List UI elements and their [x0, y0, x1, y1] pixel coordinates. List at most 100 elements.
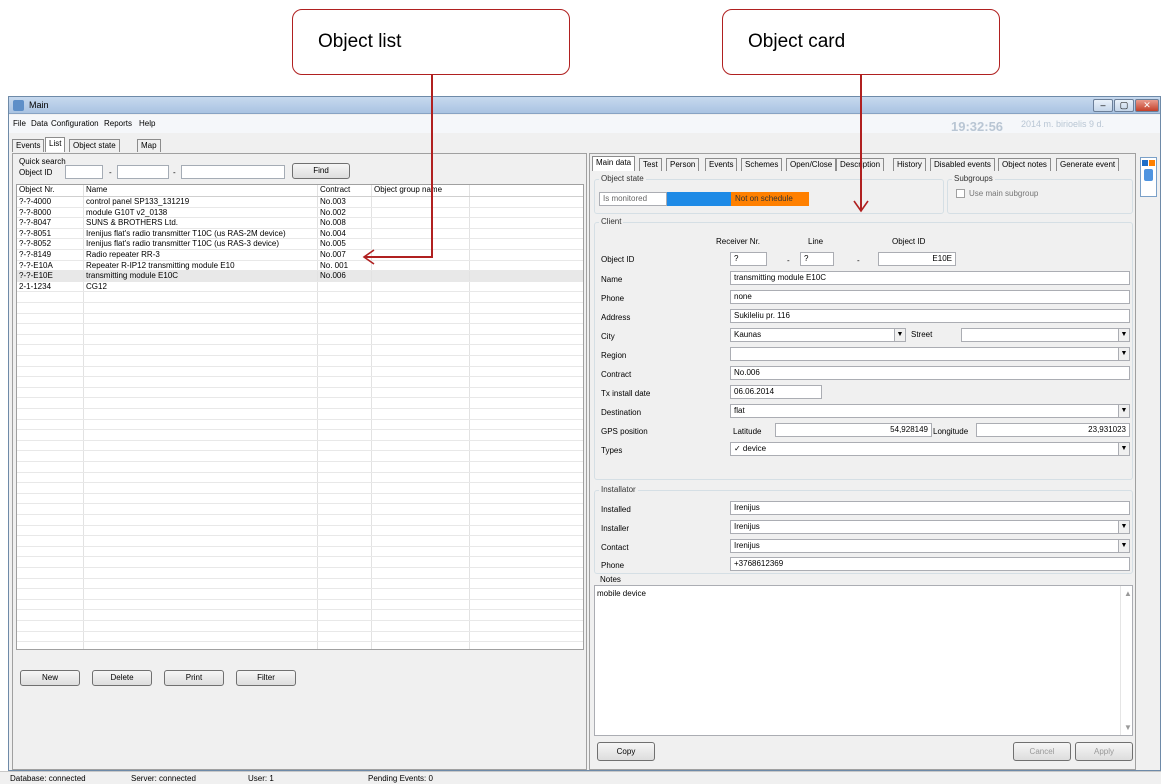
table-row[interactable]: [17, 440, 583, 452]
menu-reports[interactable]: Reports: [104, 119, 132, 128]
table-row[interactable]: [17, 621, 583, 632]
tab-disabled-events[interactable]: Disabled events: [930, 158, 995, 171]
line-field[interactable]: ?: [800, 252, 834, 266]
copy-button[interactable]: Copy: [597, 742, 655, 761]
table-row[interactable]: [17, 610, 583, 621]
table-row[interactable]: [17, 642, 583, 649]
contact-combobox[interactable]: Irenijus ▼: [730, 539, 1130, 553]
tab-map[interactable]: Map: [137, 139, 161, 152]
search-object-input[interactable]: [181, 165, 285, 179]
table-row[interactable]: ?-?-8000 module G10T v2_0138 No.002: [17, 207, 583, 219]
table-row[interactable]: [17, 515, 583, 526]
region-combobox[interactable]: ▼: [730, 347, 1130, 361]
phone-field[interactable]: none: [730, 290, 1130, 304]
table-row[interactable]: [17, 483, 583, 494]
chevron-down-icon[interactable]: ▼: [1118, 521, 1129, 533]
table-row[interactable]: [17, 493, 583, 505]
chevron-down-icon[interactable]: ▼: [1118, 443, 1129, 455]
table-row[interactable]: [17, 292, 583, 303]
tab-history[interactable]: History: [893, 158, 926, 171]
cancel-button[interactable]: Cancel: [1013, 742, 1071, 761]
table-row[interactable]: [17, 557, 583, 568]
types-combobox[interactable]: ✓ device ▼: [730, 442, 1130, 456]
apply-button[interactable]: Apply: [1075, 742, 1133, 761]
close-button[interactable]: ✕: [1135, 99, 1159, 112]
tab-object-notes[interactable]: Object notes: [998, 158, 1051, 171]
tab-test[interactable]: Test: [639, 158, 662, 171]
table-row[interactable]: ?-?-8051 Irenijus flat's radio transmitte…: [17, 228, 583, 240]
new-button[interactable]: New: [20, 670, 80, 686]
table-row[interactable]: ?-?-E10E transmitting module E10C No.006: [17, 271, 583, 282]
destination-combobox[interactable]: flat ▼: [730, 404, 1130, 418]
header-object-nr[interactable]: Object Nr.: [17, 185, 84, 196]
table-row[interactable]: [17, 398, 583, 409]
longitude-field[interactable]: 23,931023: [976, 423, 1130, 437]
table-row[interactable]: [17, 631, 583, 643]
latitude-field[interactable]: 54,928149: [775, 423, 932, 437]
installer-combobox[interactable]: Irenijus ▼: [730, 520, 1130, 534]
tab-generate-event[interactable]: Generate event: [1056, 158, 1120, 171]
chevron-down-icon[interactable]: ▼: [1118, 329, 1129, 341]
table-row[interactable]: [17, 451, 583, 462]
notes-scrollbar[interactable]: ▲ ▼: [1120, 586, 1132, 735]
minimize-button[interactable]: –: [1093, 99, 1113, 112]
table-row[interactable]: [17, 419, 583, 431]
header-group-name[interactable]: Object group name: [372, 185, 470, 196]
table-row[interactable]: [17, 356, 583, 367]
table-row[interactable]: [17, 525, 583, 537]
tab-events[interactable]: Events: [12, 139, 45, 152]
filter-button[interactable]: Filter: [236, 670, 296, 686]
tab-schemes[interactable]: Schemes: [741, 158, 783, 171]
city-combobox[interactable]: Kaunas ▼: [730, 328, 906, 342]
notes-textarea[interactable]: mobile device ▲ ▼: [594, 585, 1133, 736]
tab-list[interactable]: List: [45, 137, 66, 152]
table-row[interactable]: ?-?-8047 SUNS & BROTHERS Ltd. No.008: [17, 218, 583, 229]
table-row[interactable]: [17, 568, 583, 579]
street-combobox[interactable]: ▼: [961, 328, 1130, 342]
tab-object-state[interactable]: Object state: [69, 139, 120, 152]
table-row[interactable]: 2-1-1234 CG12: [17, 281, 583, 293]
table-row[interactable]: [17, 377, 583, 388]
table-row[interactable]: [17, 504, 583, 515]
table-row[interactable]: [17, 387, 583, 399]
table-row[interactable]: [17, 462, 583, 473]
find-button[interactable]: Find: [292, 163, 350, 179]
print-button[interactable]: Print: [164, 670, 224, 686]
chevron-down-icon[interactable]: ▼: [1118, 348, 1129, 360]
receiver-field[interactable]: ?: [730, 252, 767, 266]
chevron-down-icon[interactable]: ▼: [1118, 405, 1129, 417]
table-row[interactable]: [17, 313, 583, 325]
table-row[interactable]: [17, 334, 583, 346]
table-row[interactable]: [17, 409, 583, 420]
search-line-input[interactable]: [117, 165, 169, 179]
table-row[interactable]: [17, 589, 583, 600]
scroll-up-icon[interactable]: ▲: [1124, 589, 1132, 598]
table-row[interactable]: [17, 536, 583, 547]
contract-field[interactable]: No.006: [730, 366, 1130, 380]
table-row[interactable]: [17, 366, 583, 378]
table-row[interactable]: ?-?-4000 control panel SP133_131219 No.003: [17, 197, 583, 208]
maximize-button[interactable]: ▢: [1114, 99, 1134, 112]
object-id-field[interactable]: E10E: [878, 252, 956, 266]
address-field[interactable]: Sukileliu pr. 116: [730, 309, 1130, 323]
table-row[interactable]: ?-?-E10A Repeater R-IP12 transmitting mod…: [17, 260, 583, 272]
table-row[interactable]: [17, 599, 583, 611]
table-row[interactable]: [17, 430, 583, 441]
table-row[interactable]: [17, 324, 583, 335]
installator-phone-field[interactable]: +3768612369: [730, 557, 1130, 571]
tab-person[interactable]: Person: [666, 158, 700, 171]
name-field[interactable]: transmitting module E10C: [730, 271, 1130, 285]
header-name[interactable]: Name: [84, 185, 318, 196]
header-contract[interactable]: Contract: [318, 185, 372, 196]
scroll-down-icon[interactable]: ▼: [1124, 723, 1132, 732]
tab-events[interactable]: Events: [705, 158, 738, 171]
table-row[interactable]: [17, 578, 583, 590]
table-row[interactable]: ?-?-8149 Radio repeater RR-3 No.007: [17, 250, 583, 261]
chevron-down-icon[interactable]: ▼: [894, 329, 905, 341]
use-main-subgroup-checkbox[interactable]: [956, 189, 965, 198]
table-row[interactable]: ?-?-8052 Irenijus flat's radio transmitte…: [17, 239, 583, 250]
tx-install-date-field[interactable]: 06.06.2014: [730, 385, 822, 399]
side-strip-button[interactable]: [1144, 169, 1153, 181]
table-row[interactable]: [17, 303, 583, 314]
table-row[interactable]: [17, 546, 583, 558]
